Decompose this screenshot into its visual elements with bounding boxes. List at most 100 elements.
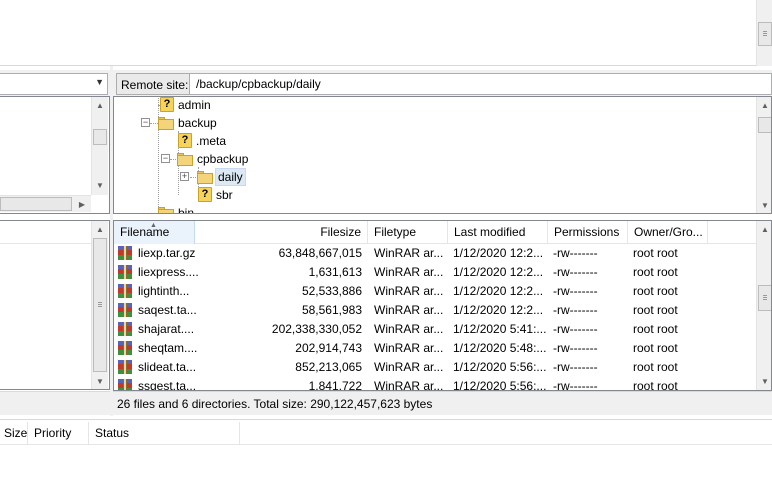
file-size: 202,914,743 <box>295 341 362 355</box>
scroll-right-icon[interactable]: ▶ <box>74 196 90 212</box>
local-status-bar <box>0 391 112 415</box>
remote-tree-panel[interactable]: ? admin − backup ? .meta − cpbackup + da… <box>113 96 772 214</box>
file-owner: root root <box>633 341 678 355</box>
tree-item-label: admin <box>178 98 211 112</box>
transfer-queue: Size Priority Status <box>0 419 772 483</box>
file-name: shajarat.... <box>138 322 195 336</box>
queue-column-priority[interactable]: Priority <box>28 422 89 445</box>
scroll-down-icon[interactable]: ▼ <box>92 373 108 389</box>
winrar-archive-icon <box>118 284 132 298</box>
remote-file-list[interactable]: ▲ Filename Filesize Filetype Last modifi… <box>113 220 772 391</box>
folder-open-icon <box>158 117 174 130</box>
local-tree-vscrollbar[interactable]: ▲ ▼ <box>91 97 108 195</box>
file-owner: root root <box>633 284 678 298</box>
file-row[interactable]: slideat.ta... 852,213,065 WinRAR ar... 1/12… <box>114 358 756 377</box>
file-type: WinRAR ar... <box>374 360 444 374</box>
file-size: 52,533,886 <box>301 284 362 298</box>
file-row[interactable]: sheqtam.... 202,914,743 WinRAR ar... 1/12/2… <box>114 339 756 358</box>
pane-separator[interactable] <box>110 66 113 416</box>
column-permissions[interactable]: Permissions <box>548 221 628 244</box>
remote-list-scroll-thumb[interactable] <box>758 285 771 311</box>
file-type: WinRAR ar... <box>374 322 444 336</box>
file-row[interactable]: lightinth... 52,533,886 WinRAR ar... 1/12/2… <box>114 282 756 301</box>
message-log-scrollbar[interactable] <box>756 0 772 66</box>
scroll-up-icon[interactable]: ▲ <box>92 97 108 113</box>
column-label: Filesize <box>320 225 361 239</box>
local-list-scroll-thumb[interactable] <box>93 238 107 372</box>
file-permissions: -rw------- <box>553 246 598 260</box>
file-type: WinRAR ar... <box>374 246 444 260</box>
file-name: sheqtam.... <box>138 341 198 355</box>
tree-item-label: bin <box>178 206 195 214</box>
scroll-up-icon[interactable]: ▲ <box>92 221 108 237</box>
file-modified: 1/12/2020 12:2... <box>453 246 544 260</box>
folder-icon <box>158 207 174 213</box>
file-row[interactable]: shajarat.... 202,338,330,052 WinRAR ar... 1… <box>114 320 756 339</box>
file-size: 202,338,330,052 <box>271 322 362 336</box>
file-owner: root root <box>633 303 678 317</box>
column-filename[interactable]: ▲ Filename <box>114 221 195 244</box>
file-permissions: -rw------- <box>553 322 598 336</box>
file-row[interactable]: liexpress.... 1,631,613 WinRAR ar... 1/12/2… <box>114 263 756 282</box>
message-log <box>0 0 772 66</box>
column-last-modified[interactable]: Last modified <box>448 221 548 244</box>
file-permissions: -rw------- <box>553 341 598 355</box>
tree-item-label: daily <box>215 168 246 186</box>
file-modified: 1/12/2020 5:48:... <box>453 341 547 355</box>
remote-site-path-input[interactable]: /backup/cpbackup/daily <box>189 73 772 95</box>
unknown-folder-icon: ? <box>160 97 174 112</box>
scroll-up-icon[interactable]: ▲ <box>757 97 771 113</box>
scroll-up-icon[interactable]: ▲ <box>757 221 771 237</box>
column-filesize[interactable]: Filesize <box>195 221 368 244</box>
file-permissions: -rw------- <box>553 379 598 390</box>
file-type: WinRAR ar... <box>374 341 444 355</box>
winrar-archive-icon <box>118 341 132 355</box>
file-size: 1,631,613 <box>308 265 362 279</box>
local-tree-hscroll-thumb[interactable] <box>0 197 72 211</box>
remote-list-scrollbar[interactable]: ▲ ▼ <box>756 221 771 390</box>
file-modified: 1/12/2020 12:2... <box>453 303 544 317</box>
file-row[interactable]: liexp.tar.gz 63,848,667,015 WinRAR ar... 1/… <box>114 244 756 263</box>
remote-tree-scrollbar[interactable]: ▲ ▼ <box>756 97 771 213</box>
local-list-scrollbar[interactable]: ▲ ▼ <box>91 221 108 389</box>
file-name: slideat.ta... <box>138 360 197 374</box>
scroll-down-icon[interactable]: ▼ <box>757 373 771 389</box>
column-owner-group[interactable]: Owner/Gro... <box>628 221 708 244</box>
message-log-scroll-thumb[interactable] <box>758 22 772 46</box>
collapse-icon[interactable]: − <box>161 154 170 163</box>
scroll-down-icon[interactable]: ▼ <box>757 197 771 213</box>
local-site-dropdown[interactable]: ▼ <box>0 73 108 95</box>
file-type: WinRAR ar... <box>374 265 444 279</box>
collapse-icon[interactable]: − <box>141 118 150 127</box>
folder-icon <box>197 171 213 184</box>
column-label: Status <box>95 426 130 440</box>
queue-column-size[interactable]: Size <box>0 422 28 445</box>
column-label: Owner/Gro... <box>634 225 703 239</box>
queue-header: Size Priority Status <box>0 422 772 445</box>
file-permissions: -rw------- <box>553 360 598 374</box>
file-name: ssgest.ta... <box>138 379 197 390</box>
file-permissions: -rw------- <box>553 265 598 279</box>
sort-ascending-icon: ▲ <box>150 222 157 229</box>
file-size: 63,848,667,015 <box>278 246 362 260</box>
chevron-down-icon[interactable]: ▼ <box>95 77 104 87</box>
unknown-folder-icon: ? <box>178 133 192 148</box>
file-type: WinRAR ar... <box>374 303 444 317</box>
file-row[interactable]: saqest.ta... 58,561,983 WinRAR ar... 1/12/2… <box>114 301 756 320</box>
remote-file-rows: liexp.tar.gz 63,848,667,015 WinRAR ar... 1/… <box>114 244 756 390</box>
scroll-down-icon[interactable]: ▼ <box>92 177 108 193</box>
local-tree-scroll-thumb[interactable] <box>93 129 107 145</box>
remote-tree-scroll-thumb[interactable] <box>758 117 771 133</box>
expand-icon[interactable]: + <box>180 172 189 181</box>
winrar-archive-icon <box>118 360 132 374</box>
file-modified: 1/12/2020 12:2... <box>453 265 544 279</box>
local-tree-hscrollbar[interactable]: ▶ <box>0 195 91 212</box>
file-size: 1,841,722 <box>308 379 362 390</box>
remote-status-text: 26 files and 6 directories. Total size: … <box>117 397 433 411</box>
file-row[interactable]: ssgest.ta... 1,841,722 WinRAR ar... 1/12/20… <box>114 377 756 390</box>
column-filetype[interactable]: Filetype <box>368 221 448 244</box>
winrar-archive-icon <box>118 265 132 279</box>
column-label: Permissions <box>554 225 620 239</box>
queue-column-status[interactable]: Status <box>89 422 240 445</box>
remote-status-bar: 26 files and 6 directories. Total size: … <box>113 391 772 415</box>
